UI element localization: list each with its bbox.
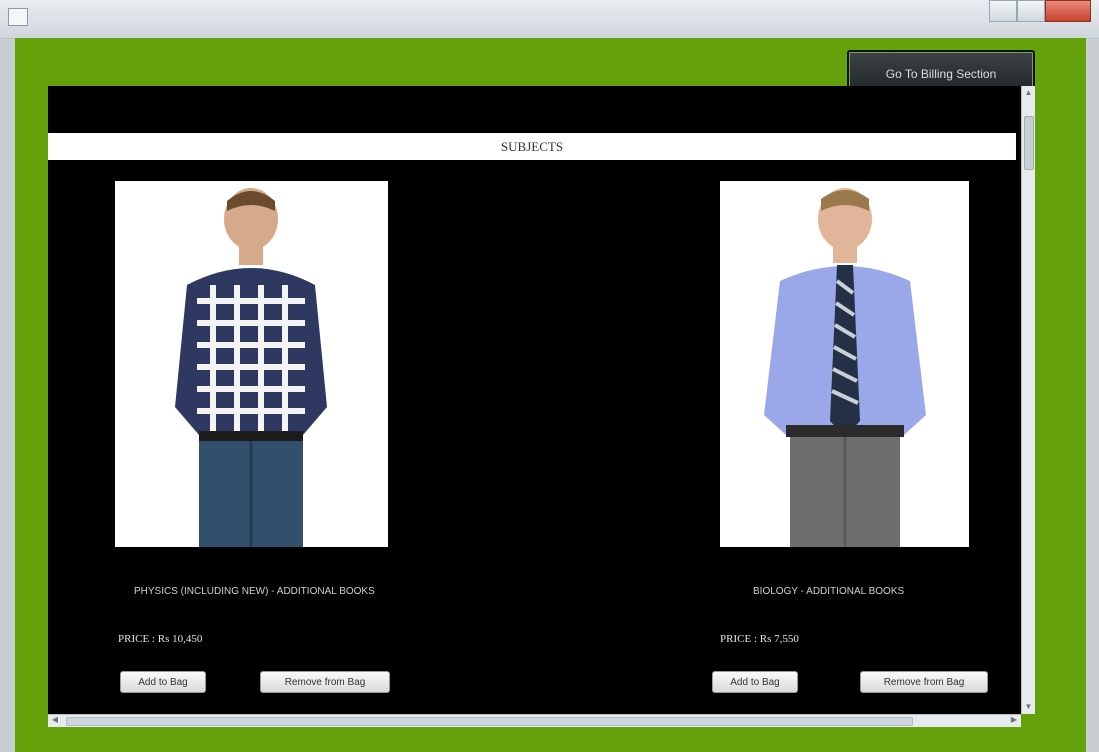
- window-titlebar: [0, 0, 1099, 39]
- add-to-bag-button[interactable]: Add to Bag: [120, 671, 206, 693]
- minimize-button[interactable]: [989, 0, 1017, 22]
- add-to-bag-button[interactable]: Add to Bag: [712, 671, 798, 693]
- maximize-button[interactable]: [1017, 0, 1045, 22]
- products-panel: SUBJECTS PHYSICS (INCLUDING NEW) - ADDIT…: [48, 86, 1021, 714]
- window-controls: [989, 0, 1091, 22]
- product-name: BIOLOGY - ADDITIONAL BOOKS: [753, 586, 905, 597]
- scroll-down-icon[interactable]: ▼: [1022, 700, 1035, 714]
- product-name: PHYSICS (INCLUDING NEW) - ADDITIONAL BOO…: [134, 586, 375, 597]
- horizontal-scroll-thumb[interactable]: [66, 717, 913, 726]
- section-title-bar: SUBJECTS: [48, 133, 1016, 160]
- product-price: PRICE : Rs 10,450: [118, 633, 203, 645]
- app-icon: [8, 8, 28, 26]
- scroll-left-icon[interactable]: ◀: [48, 714, 62, 726]
- product-image-plaid-shirt: [115, 181, 388, 547]
- plaid-shirt-illustration: [115, 181, 388, 547]
- product-image-formal-shirt: [720, 181, 969, 547]
- vertical-scrollbar[interactable]: ▲ ▼: [1021, 86, 1035, 714]
- close-button[interactable]: [1045, 0, 1091, 22]
- section-title: SUBJECTS: [500, 138, 564, 154]
- remove-from-bag-button[interactable]: Remove from Bag: [260, 671, 390, 693]
- product-price: PRICE : Rs 7,550: [720, 633, 799, 645]
- scroll-up-icon[interactable]: ▲: [1022, 86, 1035, 100]
- horizontal-scrollbar[interactable]: ◀ ▶: [48, 714, 1021, 727]
- scroll-right-icon[interactable]: ▶: [1007, 714, 1021, 726]
- remove-from-bag-button[interactable]: Remove from Bag: [860, 671, 988, 693]
- scroll-thumb[interactable]: [1024, 116, 1034, 170]
- formal-shirt-illustration: [720, 181, 969, 547]
